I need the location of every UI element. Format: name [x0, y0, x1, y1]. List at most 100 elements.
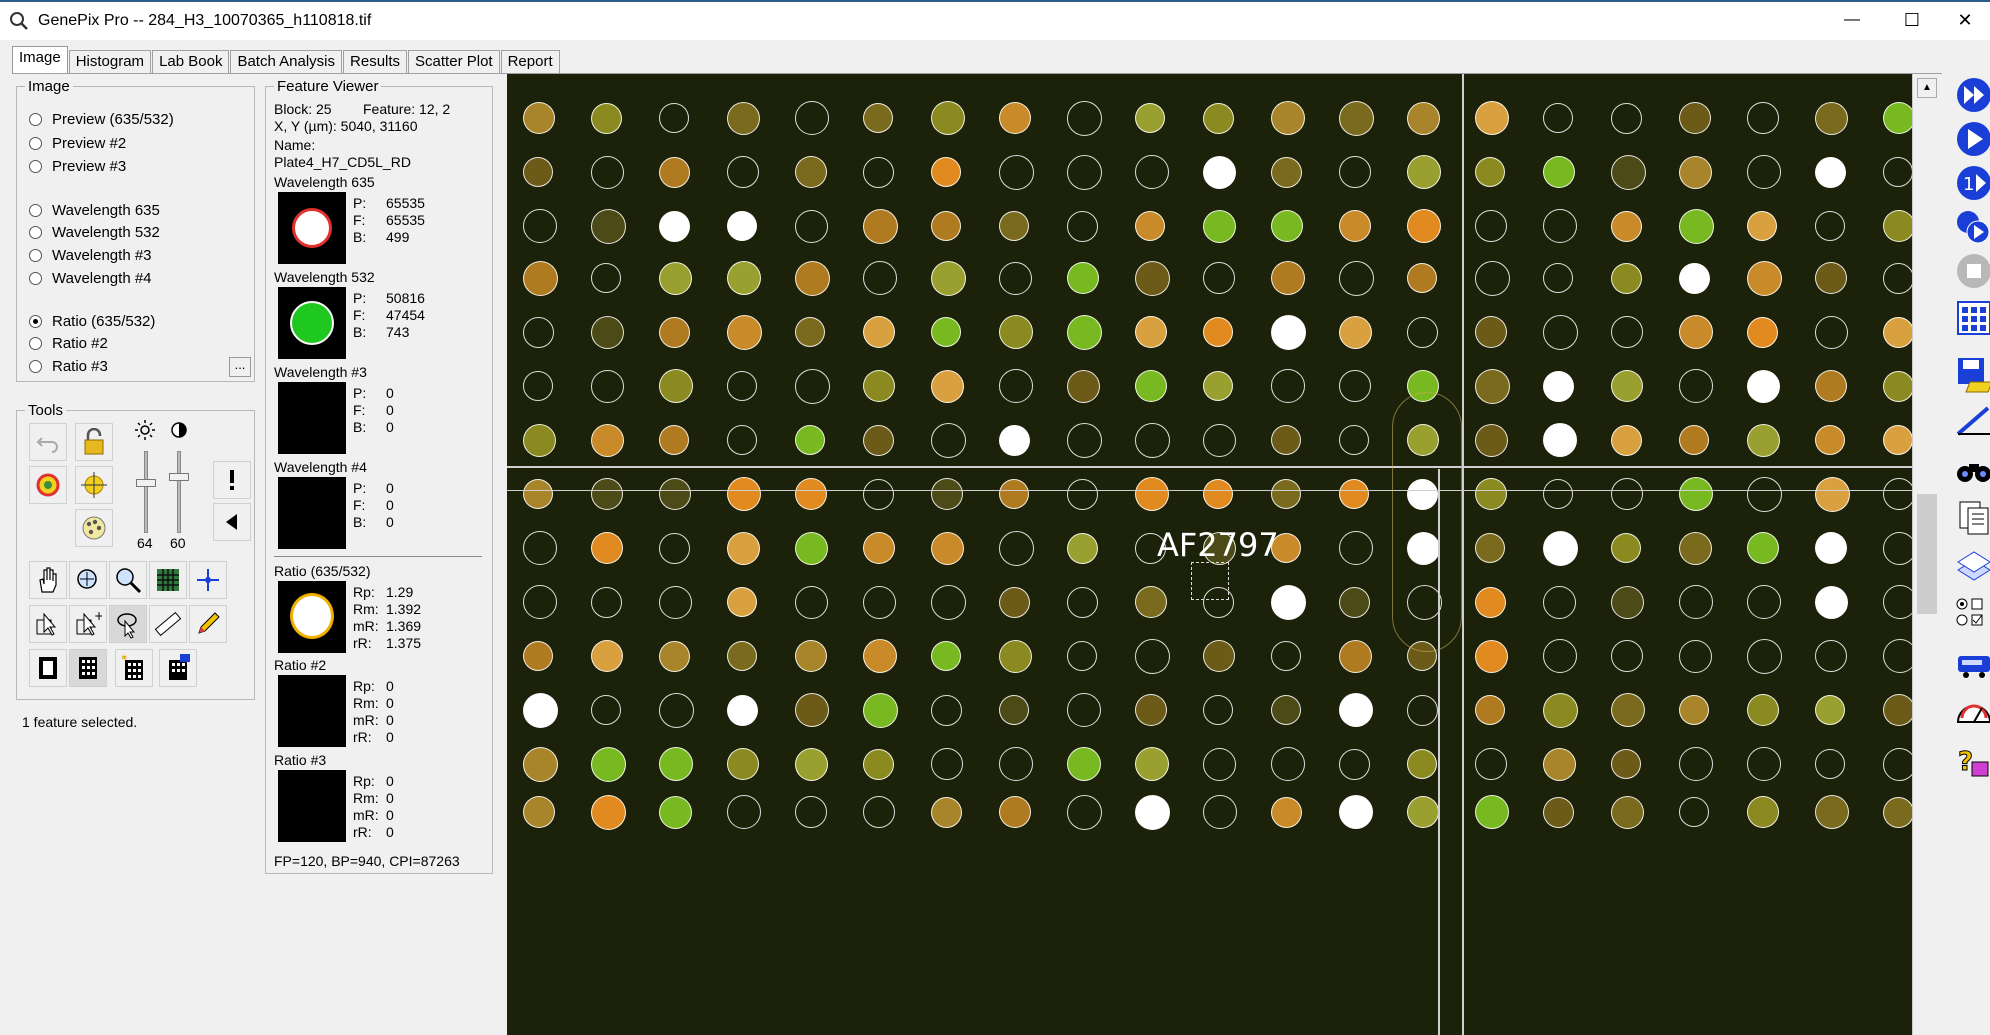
gauge-button[interactable]	[1954, 694, 1990, 732]
array-spot	[1611, 102, 1642, 134]
contrast-slider[interactable]	[177, 451, 181, 533]
array-spot	[1067, 369, 1100, 403]
array-spot	[591, 155, 624, 189]
array-spot	[1883, 531, 1912, 565]
flag-button[interactable]	[213, 461, 251, 499]
array-spot	[1067, 532, 1098, 564]
ratio-3-thumbnail	[278, 770, 346, 842]
floppy-icon	[1958, 358, 1990, 393]
add-feature-button[interactable]: +	[69, 605, 107, 643]
array-spot	[523, 423, 556, 457]
radio-ratio-3[interactable]: Ratio #3	[29, 358, 108, 375]
compass-button[interactable]	[189, 561, 227, 599]
block-layout-button[interactable]	[1954, 298, 1990, 336]
array-spot	[1475, 368, 1510, 404]
fast-forward-button[interactable]	[1954, 76, 1990, 114]
tab-histogram[interactable]: Histogram	[68, 50, 152, 74]
array-spot	[1475, 423, 1508, 457]
array-spot	[1135, 694, 1167, 726]
scanner-button[interactable]	[1954, 644, 1990, 682]
array-spot	[1747, 532, 1779, 564]
array-spot	[523, 531, 557, 565]
wavelength-532-thumbnail	[278, 287, 346, 359]
tab-report[interactable]: Report	[500, 50, 560, 74]
array-spot	[863, 424, 894, 456]
grid-view-button[interactable]	[149, 561, 187, 599]
auto-grid-button[interactable]: ✶	[115, 649, 153, 687]
tab-scatter-plot[interactable]: Scatter Plot	[408, 50, 500, 74]
radio-wavelength-3[interactable]: Wavelength #3	[29, 247, 152, 264]
radio-wavelength-532[interactable]: Wavelength 532	[29, 224, 160, 241]
help-button[interactable]: ?	[1954, 742, 1990, 780]
tab-results[interactable]: Results	[343, 50, 408, 74]
lock-button[interactable]	[75, 423, 113, 461]
array-spot	[1339, 693, 1373, 727]
array-spot	[1883, 747, 1912, 781]
feature-palette-button[interactable]	[75, 509, 113, 547]
svg-text:1: 1	[1963, 174, 1974, 195]
pan-tool-button[interactable]	[29, 561, 67, 599]
close-button[interactable]: ✕	[1940, 0, 1990, 40]
lock-icon	[84, 428, 104, 455]
array-spot	[863, 316, 895, 348]
stop-button[interactable]	[1954, 252, 1990, 290]
array-spot	[591, 263, 621, 293]
scroll-thumb[interactable]	[1917, 494, 1937, 614]
feature-grid-button[interactable]	[69, 649, 107, 687]
array-spot	[1067, 210, 1098, 242]
array-spot	[1747, 260, 1782, 296]
radio-wavelength-635[interactable]: Wavelength 635	[29, 202, 160, 219]
brightness-slider[interactable]	[144, 451, 148, 533]
options-button[interactable]	[1954, 594, 1990, 632]
tab-lab-book[interactable]: Lab Book	[152, 50, 230, 74]
pencil-button[interactable]	[189, 605, 227, 643]
step-one-button[interactable]: 1	[1954, 164, 1990, 202]
array-spot	[1407, 316, 1438, 348]
radio-preview-2[interactable]: Preview #2	[29, 135, 126, 152]
image-scrollbar[interactable]: ▲	[1912, 74, 1940, 1035]
lasso-tool-button[interactable]	[109, 605, 147, 643]
analyze-button[interactable]	[1954, 400, 1990, 438]
radio-preview-3[interactable]: Preview #3	[29, 158, 126, 175]
ratio-2-values: Rp: 0 Rm: 0 mR: 0 rR: 0	[353, 678, 394, 745]
align-grid-button[interactable]	[159, 649, 197, 687]
undo-button[interactable]	[29, 423, 67, 461]
array-spot	[795, 156, 827, 188]
play-button[interactable]	[1954, 120, 1990, 158]
maximize-button[interactable]: ☐	[1882, 0, 1942, 40]
rotate-button[interactable]	[29, 466, 67, 504]
contrast-slider-thumb[interactable]	[169, 473, 189, 481]
brightness-slider-thumb[interactable]	[136, 479, 156, 487]
array-image-view[interactable]: AF2797	[507, 74, 1912, 1035]
tab-image[interactable]: Image	[12, 46, 68, 74]
batch-play-button[interactable]	[1954, 208, 1990, 246]
tab-batch-analysis[interactable]: Batch Analysis	[230, 50, 343, 74]
minimize-button[interactable]: —	[1822, 0, 1882, 40]
array-spot	[1883, 639, 1912, 673]
radio-preview-635-532[interactable]: Preview (635/532)	[29, 111, 174, 128]
selected-feature-box[interactable]	[1191, 562, 1229, 600]
block-button[interactable]	[29, 649, 67, 687]
radio-ratio-635-532[interactable]: Ratio (635/532)	[29, 313, 155, 330]
palette-icon	[82, 516, 106, 540]
select-tool-button[interactable]	[29, 605, 67, 643]
array-spot	[1543, 747, 1576, 781]
array-spot	[1475, 260, 1510, 296]
array-spot	[1407, 101, 1440, 135]
more-options-button[interactable]: ...	[229, 357, 251, 377]
center-target-button[interactable]	[75, 466, 113, 504]
array-spot	[1475, 101, 1509, 135]
zoom-fit-button[interactable]	[69, 561, 107, 599]
zoom-button[interactable]	[109, 561, 147, 599]
array-spot	[1543, 479, 1573, 509]
copy-button[interactable]	[1954, 498, 1990, 536]
scroll-up-button[interactable]: ▲	[1917, 78, 1937, 98]
previous-button[interactable]	[213, 503, 251, 541]
layer-button[interactable]	[1954, 548, 1990, 586]
radio-ratio-2[interactable]: Ratio #2	[29, 335, 108, 352]
find-button[interactable]	[1954, 450, 1990, 488]
open-save-button[interactable]	[1954, 354, 1990, 393]
radio-wavelength-4[interactable]: Wavelength #4	[29, 270, 152, 287]
array-spot	[1747, 694, 1779, 726]
ruler-button[interactable]	[149, 605, 187, 643]
